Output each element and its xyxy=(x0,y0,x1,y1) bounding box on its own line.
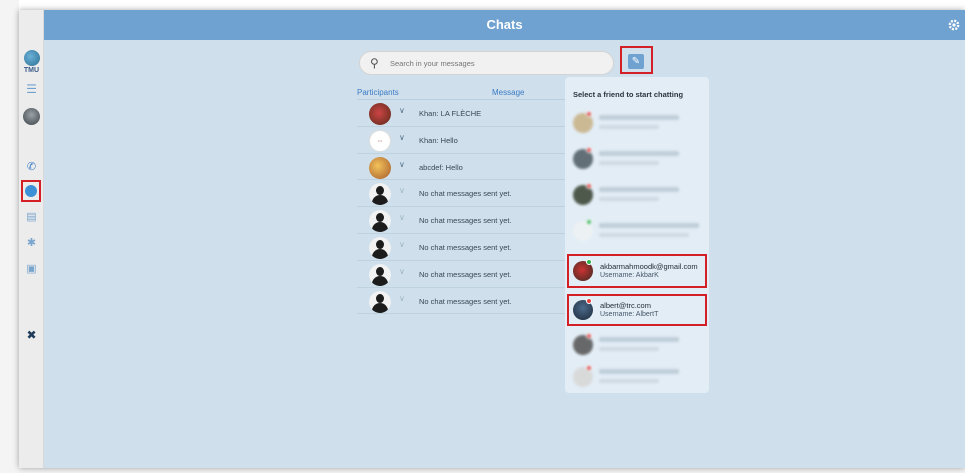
message-preview: abcdef: Hello xyxy=(419,162,463,172)
status-dot xyxy=(586,147,592,153)
friend-item-blurred[interactable] xyxy=(573,111,703,137)
friend-item-blurred[interactable] xyxy=(573,333,703,359)
window-bottom-edge xyxy=(19,468,965,473)
chevron-down-icon[interactable]: ∨ xyxy=(399,267,405,276)
table-row[interactable]: ∨ No chat messages sent yet. xyxy=(357,288,565,315)
status-dot xyxy=(586,333,592,339)
chats-table: Participants Message ∨ Khan: LA FLÈCHE •… xyxy=(357,87,565,315)
table-header: Participants Message xyxy=(357,87,565,100)
table-row[interactable]: ∨ No chat messages sent yet. xyxy=(357,207,565,234)
message-preview: No chat messages sent yet. xyxy=(419,189,512,199)
offline-status-dot xyxy=(586,298,592,304)
left-sidebar: TMU ☰ ✆ ▤ ✱ ▣ ✖ xyxy=(19,10,44,468)
tmu-logo[interactable]: TMU xyxy=(21,50,42,80)
friend-email: albert@trc.com xyxy=(600,301,651,310)
chevron-down-icon[interactable]: ∨ xyxy=(399,133,405,142)
redacted-username xyxy=(599,233,689,237)
friend-item-blurred[interactable] xyxy=(573,183,703,209)
message-preview: No chat messages sent yet. xyxy=(419,269,512,279)
online-status-dot xyxy=(586,259,592,265)
menu-icon[interactable]: ☰ xyxy=(19,82,44,96)
document-icon[interactable]: ▣ xyxy=(19,262,44,275)
gear-icon[interactable] xyxy=(947,18,961,32)
message-preview: No chat messages sent yet. xyxy=(419,216,512,226)
friend-item-blurred[interactable] xyxy=(573,147,703,173)
table-row[interactable]: ••• ∨ Khan: Hello xyxy=(357,127,565,154)
globe-icon xyxy=(23,50,40,66)
status-dot xyxy=(586,183,592,189)
friend-username: Username: AkbarK xyxy=(600,272,659,279)
chevron-down-icon[interactable]: ∨ xyxy=(399,106,405,115)
message-preview: Khan: Hello xyxy=(419,135,458,145)
friend-username: Username: AlbertT xyxy=(600,311,659,318)
tools-icon[interactable]: ✖ xyxy=(19,328,44,342)
compose-icon: ✎ xyxy=(631,56,641,67)
redacted-username xyxy=(599,125,659,129)
search-bar[interactable]: ⚲ xyxy=(359,51,614,75)
column-header-participants[interactable]: Participants xyxy=(357,88,399,97)
friend-item-blurred[interactable] xyxy=(573,365,703,391)
message-preview: No chat messages sent yet. xyxy=(419,296,512,306)
status-dot xyxy=(586,365,592,371)
settings-cog-icon[interactable]: ✱ xyxy=(19,236,44,249)
redacted-username xyxy=(599,161,659,165)
header-bar: Chats xyxy=(44,10,965,40)
person-icon xyxy=(369,183,391,206)
redacted-username xyxy=(599,379,659,383)
new-chat-button[interactable]: ✎ xyxy=(628,54,644,69)
table-row[interactable]: ∨ No chat messages sent yet. xyxy=(357,180,565,208)
avatar xyxy=(369,156,391,179)
avatar xyxy=(369,183,391,206)
friend-picker-panel: Select a friend to start chatting akbarm… xyxy=(565,77,709,393)
redacted-email xyxy=(599,369,679,374)
table-row[interactable]: ∨ No chat messages sent yet. xyxy=(357,234,565,261)
redacted-email xyxy=(599,151,679,156)
user-avatar[interactable] xyxy=(23,108,40,125)
chevron-down-icon[interactable]: ∨ xyxy=(399,294,405,303)
table-row[interactable]: ∨ No chat messages sent yet. xyxy=(357,261,565,288)
person-icon xyxy=(369,263,391,286)
phone-icon[interactable]: ✆ xyxy=(19,160,44,173)
redacted-username xyxy=(599,197,659,201)
avatar xyxy=(369,290,391,313)
chevron-down-icon[interactable]: ∨ xyxy=(399,213,405,222)
search-icon: ⚲ xyxy=(370,56,379,70)
page-title: Chats xyxy=(486,17,523,32)
chat-bubble-icon[interactable] xyxy=(25,185,37,197)
logo-text: TMU xyxy=(23,67,40,74)
person-icon xyxy=(369,236,391,259)
app-window: TMU ☰ ✆ ▤ ✱ ▣ ✖ Chats ⚲ ✎ Participants M… xyxy=(19,10,965,468)
message-preview: Khan: LA FLÈCHE xyxy=(419,109,482,118)
redacted-username xyxy=(599,347,659,351)
message-preview: No chat messages sent yet. xyxy=(419,242,512,252)
panel-title: Select a friend to start chatting xyxy=(573,90,684,99)
chevron-down-icon[interactable]: ∨ xyxy=(399,186,405,195)
contacts-icon[interactable]: ▤ xyxy=(19,210,44,223)
chevron-down-icon[interactable]: ∨ xyxy=(399,160,405,169)
avatar xyxy=(369,263,391,286)
table-row[interactable]: ∨ Khan: LA FLÈCHE xyxy=(357,100,565,127)
person-icon xyxy=(369,210,391,233)
friend-item-blurred[interactable] xyxy=(573,219,703,245)
redacted-email xyxy=(599,115,679,120)
column-header-message[interactable]: Message xyxy=(492,88,524,97)
friend-item-albert[interactable]: albert@trc.com Username: AlbertT xyxy=(573,298,703,324)
redacted-email xyxy=(599,187,679,192)
avatar xyxy=(369,103,391,125)
redacted-email xyxy=(599,223,699,228)
avatar: ••• xyxy=(369,129,391,152)
window-left-edge xyxy=(0,0,19,473)
search-input[interactable] xyxy=(390,56,605,71)
person-icon xyxy=(369,290,391,313)
chevron-down-icon[interactable]: ∨ xyxy=(399,240,405,249)
redacted-email xyxy=(599,337,679,342)
table-row[interactable]: ∨ abcdef: Hello xyxy=(357,154,565,181)
friend-item-akbar[interactable]: akbarmahmoodk@gmail.com Username: AkbarK xyxy=(573,259,703,285)
avatar xyxy=(369,210,391,233)
friend-email: akbarmahmoodk@gmail.com xyxy=(600,262,698,271)
avatar xyxy=(369,236,391,259)
status-dot xyxy=(586,111,592,117)
status-dot xyxy=(586,219,592,225)
